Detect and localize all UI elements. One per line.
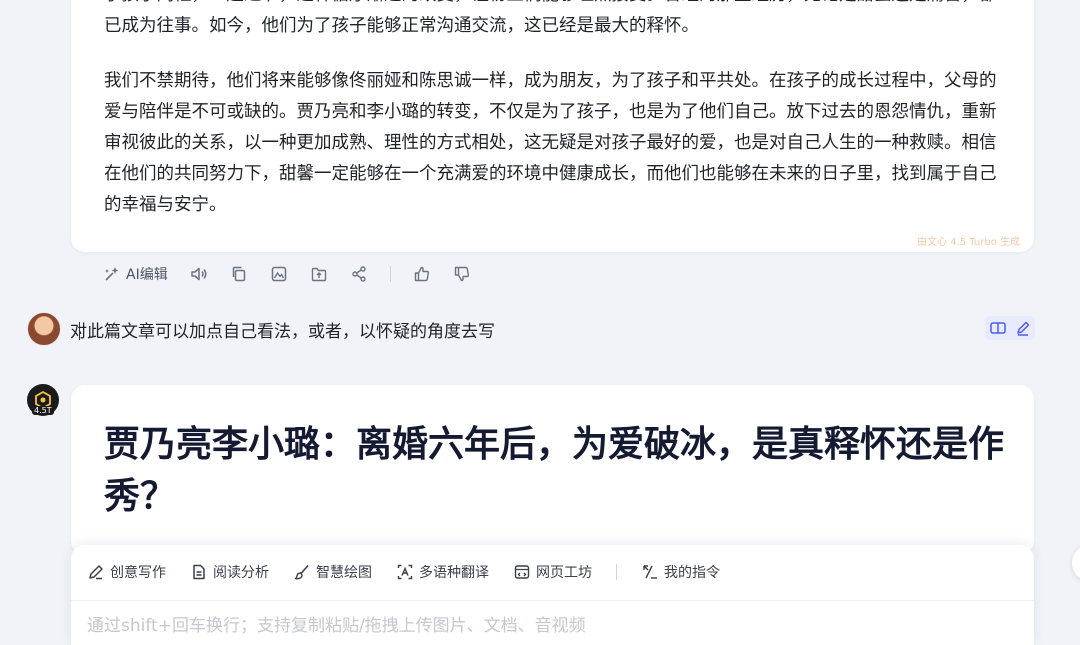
reply-card: 贾乃亮李小璐：离婚六年后，为爱破冰，是真释怀还是作秀？ [71, 385, 1034, 555]
input-panel: 创意写作 阅读分析 智慧绘图 多语种翻译 网页工坊 我的指令 通过shift+回… [71, 545, 1034, 645]
input-toolbar: 创意写作 阅读分析 智慧绘图 多语种翻译 网页工坊 我的指令 [87, 559, 744, 585]
copy-icon [232, 266, 245, 282]
speaker-icon [190, 267, 207, 281]
tool-label: 多语种翻译 [419, 565, 489, 581]
tool-my-commands[interactable]: 我的指令 [641, 562, 720, 582]
answer-paragraph: 我们不禁期待，他们将来能够像佟丽娅和陈思诚一样，成为朋友，为了孩子和平共处。在孩… [104, 71, 997, 215]
share-icon [352, 266, 366, 282]
image-button[interactable] [270, 265, 288, 283]
webpage-icon [514, 565, 530, 579]
tool-label: 创意写作 [110, 565, 166, 581]
answer-card: 了孩子同框，一起过节，这种循序渐进的改变，让粉丝们能够坦然接受。曾经的那些经历，… [71, 0, 1034, 252]
ai-edit-button[interactable]: AI编辑 [103, 264, 168, 284]
user-message-row: 对此篇文章可以加点自己看法，或者，以怀疑的角度去写 [27, 312, 1037, 346]
tool-reading-analysis[interactable]: 阅读分析 [190, 562, 269, 582]
thumbs-down-icon [454, 266, 469, 282]
document-icon [193, 564, 205, 580]
image-icon [271, 266, 286, 282]
tool-web-workshop[interactable]: 网页工坊 [513, 562, 592, 582]
brush-icon [294, 564, 309, 580]
command-icon [643, 565, 657, 579]
user-message-tools [985, 316, 1035, 340]
input-divider [71, 600, 1034, 601]
action-divider [389, 266, 391, 282]
floating-side-button[interactable] [1072, 546, 1080, 580]
export-icon [311, 267, 326, 282]
copy-message-icon[interactable] [989, 319, 1007, 337]
pen-icon [89, 565, 103, 580]
model-badge: 4.5T [32, 406, 54, 415]
user-message-text: 对此篇文章可以加点自己看法，或者，以怀疑的角度去写 [70, 322, 495, 342]
tool-label: 我的指令 [664, 565, 720, 581]
answer-action-bar: AI编辑 [103, 262, 493, 286]
tool-label: 阅读分析 [213, 565, 269, 581]
tool-smart-drawing[interactable]: 智慧绘图 [293, 562, 372, 582]
tool-translation[interactable]: 多语种翻译 [396, 562, 489, 582]
like-button[interactable] [413, 265, 431, 283]
tool-label: 智慧绘图 [316, 565, 372, 581]
copy-button[interactable] [230, 265, 248, 283]
tool-label: 网页工坊 [536, 565, 592, 581]
edit-message-icon[interactable] [1014, 319, 1032, 337]
translate-icon [397, 564, 413, 580]
thumbs-up-icon [414, 266, 429, 282]
generated-by-note: 由文心 4.5 Turbo 生成 [917, 237, 1020, 248]
toolbar-divider [616, 564, 617, 580]
text-cursor [79, 322, 80, 340]
reply-title: 贾乃亮李小璐：离婚六年后，为爱破冰，是真释怀还是作秀？ [104, 424, 1005, 517]
tool-creative-writing[interactable]: 创意写作 [87, 562, 166, 582]
ai-edit-label: AI编辑 [126, 267, 168, 283]
read-aloud-button[interactable] [190, 265, 208, 283]
dislike-button[interactable] [453, 265, 471, 283]
answer-paragraph: 了孩子同框，一起过节，这种循序渐进的改变，让粉丝们能够坦然接受。曾经的那些经历，… [104, 0, 997, 36]
user-avatar [27, 312, 61, 346]
share-button[interactable] [350, 265, 368, 283]
sparkle-edit-icon [105, 267, 119, 281]
export-button[interactable] [310, 265, 328, 283]
